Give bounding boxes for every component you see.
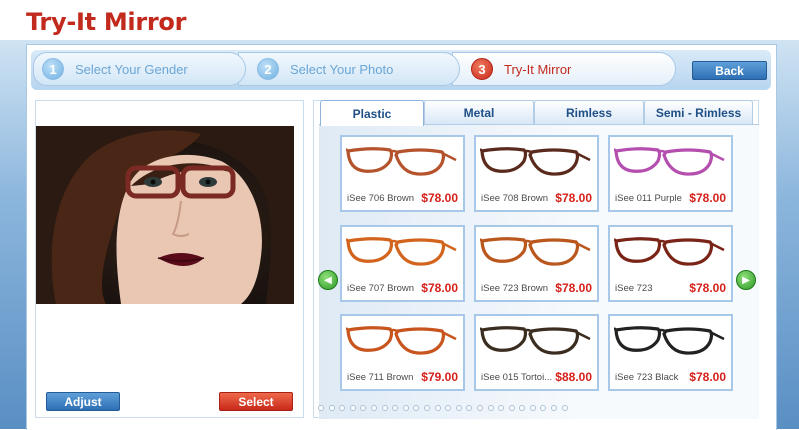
glasses-frame-icon	[614, 326, 725, 355]
pagination-dot[interactable]	[519, 405, 526, 411]
pagination-dot[interactable]	[561, 405, 568, 411]
product-price: $78.00	[689, 370, 726, 384]
product-price: $78.00	[555, 191, 592, 205]
pagination-dot[interactable]	[529, 405, 536, 411]
product-card[interactable]: iSee 711 Brown $79.00	[340, 314, 465, 391]
pagination-dot[interactable]	[349, 405, 356, 411]
product-name: iSee 707 Brown	[347, 283, 415, 294]
product-name: iSee 723	[615, 283, 653, 294]
pagination-dot[interactable]	[540, 405, 547, 411]
product-name: iSee 723 Brown	[481, 283, 549, 294]
product-price: $79.00	[421, 370, 458, 384]
portrait-illustration	[36, 126, 294, 304]
glasses-frame-icon	[480, 237, 591, 266]
pagination-dot[interactable]	[445, 405, 452, 411]
product-card[interactable]: iSee 708 Brown $78.00	[474, 135, 599, 212]
pagination-dot[interactable]	[508, 405, 515, 411]
pagination-dot[interactable]	[434, 405, 441, 411]
product-price: $78.00	[689, 191, 726, 205]
pagination-dot[interactable]	[413, 405, 420, 411]
step-label: Try-It Mirror	[504, 61, 572, 77]
step-number-badge: 1	[42, 58, 64, 80]
glasses-frame-icon	[480, 326, 591, 355]
glasses-frame-icon	[346, 147, 457, 176]
tab-metal[interactable]: Metal	[424, 100, 534, 124]
step-number-badge: 3	[471, 58, 493, 80]
product-card[interactable]: iSee 011 Purple $78.00	[608, 135, 733, 212]
product-card[interactable]: iSee 707 Brown $78.00	[340, 225, 465, 302]
pagination-dot[interactable]	[318, 405, 324, 411]
product-name: iSee 011 Purple	[615, 193, 682, 204]
product-card[interactable]: iSee 723 Brown $78.00	[474, 225, 599, 302]
product-name: iSee 708 Brown	[481, 193, 549, 204]
adjust-button[interactable]: Adjust	[46, 392, 120, 411]
glasses-frame-icon	[346, 237, 457, 266]
page-title: Try-It Mirror	[26, 8, 187, 36]
pagination-dot[interactable]	[455, 405, 462, 411]
select-button[interactable]: Select	[219, 392, 293, 411]
product-price: $78.00	[555, 281, 592, 295]
pagination-dot[interactable]	[423, 405, 430, 411]
step-number-badge: 2	[257, 58, 279, 80]
glasses-frame-icon	[480, 147, 591, 176]
step-label: Select Your Photo	[290, 61, 394, 77]
product-name: iSee 706 Brown	[347, 193, 415, 204]
pagination-dot[interactable]	[487, 405, 494, 411]
tab-rimless[interactable]: Rimless	[534, 100, 644, 124]
step-select-photo[interactable]: 2 Select Your Photo	[238, 52, 460, 86]
user-photo	[36, 126, 294, 304]
glasses-frame-icon	[614, 237, 725, 266]
prev-page-arrow-icon[interactable]: ◀	[318, 270, 338, 290]
tab-semi-rimless[interactable]: Semi - Rimless	[644, 100, 753, 124]
pagination-dot[interactable]	[392, 405, 399, 411]
next-page-arrow-icon[interactable]: ▶	[736, 270, 756, 290]
pagination-dot[interactable]	[328, 405, 335, 411]
pagination-dot[interactable]	[381, 405, 388, 411]
frame-type-tabs: Plastic Metal Rimless Semi - Rimless	[320, 100, 753, 126]
product-name: iSee 723 Black	[615, 372, 679, 383]
product-card[interactable]: iSee 723 $78.00	[608, 225, 733, 302]
product-card[interactable]: iSee 015 Tortoi... $88.00	[474, 314, 599, 391]
glasses-frame-icon	[614, 147, 725, 176]
step-try-it-mirror[interactable]: 3 Try-It Mirror	[452, 52, 676, 86]
product-card[interactable]: iSee 706 Brown $78.00	[340, 135, 465, 212]
step-select-gender[interactable]: 1 Select Your Gender	[33, 52, 246, 86]
product-name: iSee 711 Brown	[347, 372, 414, 383]
pagination-dot[interactable]	[466, 405, 473, 411]
product-price: $78.00	[421, 281, 458, 295]
pagination-dots	[318, 405, 568, 415]
pagination-dot[interactable]	[498, 405, 505, 411]
pagination-dot[interactable]	[402, 405, 409, 411]
pagination-dot[interactable]	[370, 405, 377, 411]
product-card[interactable]: iSee 723 Black $78.00	[608, 314, 733, 391]
product-price: $88.00	[555, 370, 592, 384]
back-button[interactable]: Back	[692, 61, 767, 80]
tab-plastic[interactable]: Plastic	[320, 100, 424, 126]
step-label: Select Your Gender	[75, 61, 188, 77]
pagination-dot[interactable]	[339, 405, 346, 411]
product-name: iSee 015 Tortoi...	[481, 372, 553, 383]
product-price: $78.00	[689, 281, 726, 295]
pagination-dot[interactable]	[360, 405, 367, 411]
product-price: $78.00	[421, 191, 458, 205]
pagination-dot[interactable]	[551, 405, 558, 411]
pagination-dot[interactable]	[476, 405, 483, 411]
glasses-frame-icon	[346, 326, 457, 355]
